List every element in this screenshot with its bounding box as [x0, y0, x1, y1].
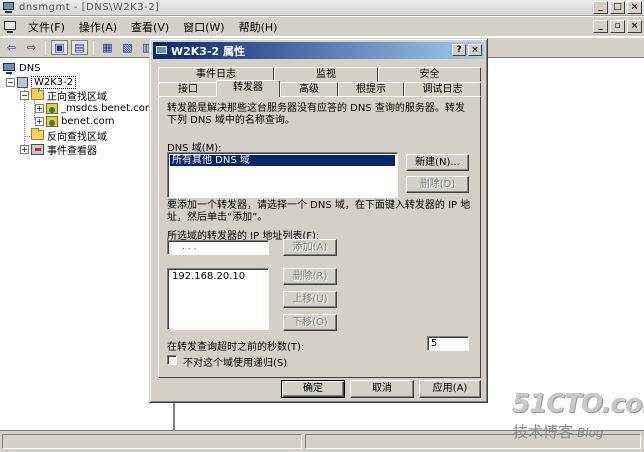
timeout-label: 在转发查询超时之前的秒数(T):: [167, 342, 305, 353]
close-button[interactable]: ×: [627, 1, 642, 14]
move-up-button[interactable]: 上移(U): [283, 291, 337, 308]
watermark-subtitle: 技术博客 Blog: [513, 421, 604, 442]
watermark-blog-text: Blog: [577, 426, 604, 440]
tree-node-forward-zones[interactable]: − 正向查找区域: [20, 88, 107, 103]
timeout-input[interactable]: 5: [427, 336, 469, 351]
expand-icon[interactable]: +: [35, 103, 44, 113]
expand-icon[interactable]: +: [20, 144, 29, 154]
ip-address-input[interactable]: . . .: [167, 240, 269, 255]
new-domain-button[interactable]: 新建(N)...: [406, 154, 469, 171]
zone-icon: [46, 102, 58, 114]
event-viewer-icon: [31, 143, 44, 155]
window-title: dnsmgmt - [DNS\W2K3-2]: [19, 2, 160, 13]
cancel-button[interactable]: 取消: [350, 380, 414, 398]
tree-node-zone-msdcs[interactable]: + _msdcs.benet.com: [35, 102, 155, 114]
tab-root-hints[interactable]: 根提示: [338, 82, 404, 97]
tab-forwarders[interactable]: 转发器: [216, 80, 280, 97]
forwarders-description: 转发器是解决那些这台服务器没有应答的 DNS 查询的服务器。转发下列 DNS 域…: [167, 103, 465, 126]
dialog-title: W2K3-2 属性: [171, 44, 246, 58]
up-folder-icon[interactable]: ▣: [51, 40, 68, 55]
status-cell: [2, 434, 302, 449]
help-button[interactable]: ?: [452, 44, 466, 56]
tab-debug-logging[interactable]: 调试日志: [404, 82, 481, 97]
properties-dialog: W2K3-2 属性 ? × 事件日志 监视 安全 接口 转发器 高级 根提示 调…: [149, 38, 488, 403]
dns-domain-list[interactable]: 所有其他 DNS 域: [167, 152, 398, 198]
maximize-button[interactable]: □: [610, 1, 625, 14]
dns-domain-item-selected[interactable]: 所有其他 DNS 域: [170, 155, 395, 166]
tree-node-label: benet.com: [61, 115, 115, 127]
menu-action[interactable]: 操作(A): [72, 19, 124, 35]
apply-button[interactable]: 应用(A): [419, 380, 481, 398]
folder-icon: [31, 88, 44, 100]
folder-icon: [31, 128, 44, 140]
no-recursion-label: 不对这个域使用递归(S): [183, 358, 288, 369]
back-arrow-icon[interactable]: ⇦: [3, 40, 20, 55]
dialog-close-button[interactable]: ×: [468, 44, 482, 56]
add-ip-button[interactable]: 添加(A): [283, 239, 337, 256]
tab-interfaces[interactable]: 接口: [158, 82, 218, 97]
tree-node-server[interactable]: − W2K3-2: [6, 75, 77, 89]
dialog-titlebar: W2K3-2 属性 ? ×: [153, 42, 484, 59]
dns-console-icon: [2, 1, 15, 14]
menu-window[interactable]: 窗口(W): [176, 19, 231, 35]
menu-file[interactable]: 文件(F): [21, 19, 72, 35]
remove-ip-button[interactable]: 删除(R): [283, 268, 337, 285]
tree-node-label: DNS: [19, 62, 41, 74]
tree-node-label: _msdcs.benet.com: [61, 102, 155, 114]
child-restore-button[interactable]: ▫: [610, 20, 625, 33]
collapse-icon[interactable]: −: [20, 90, 29, 100]
tree-node-label: 正向查找区域: [47, 91, 107, 103]
ip-list-item[interactable]: 192.168.20.10: [172, 271, 245, 282]
menubar: 文件(F) 操作(A) 查看(V) 窗口(W) 帮助(H) _ ▫ ×: [0, 17, 644, 36]
toolbar-separator: [45, 40, 46, 55]
refresh-icon[interactable]: ▧: [119, 40, 136, 55]
properties-icon[interactable]: ▦: [99, 40, 116, 55]
show-tree-icon[interactable]: ▤: [71, 40, 88, 55]
server-icon: [156, 45, 168, 56]
move-down-button[interactable]: 下移(O): [283, 314, 337, 331]
forwarders-panel: 转发器是解决那些这台服务器没有应答的 DNS 查询的服务器。转发下列 DNS 域…: [158, 96, 481, 378]
watermark-logo: 51CTO.com: [512, 389, 644, 419]
tab-advanced[interactable]: 高级: [280, 82, 338, 97]
tree-node-event-viewer[interactable]: + 事件查看器: [20, 143, 97, 157]
no-recursion-checkbox[interactable]: [167, 355, 177, 365]
child-close-button[interactable]: ×: [627, 20, 642, 33]
menu-view[interactable]: 查看(V): [124, 19, 176, 35]
server-icon: [17, 76, 28, 88]
tree-node-label: 反向查找区域: [47, 131, 107, 143]
ip-address-list[interactable]: 192.168.20.10: [167, 268, 269, 330]
tab-security[interactable]: 安全: [378, 67, 481, 82]
window-titlebar: dnsmgmt - [DNS\W2K3-2] _ □ ×: [0, 0, 644, 16]
minimize-button[interactable]: _: [593, 1, 608, 14]
zone-icon: [46, 115, 58, 127]
console-menu-icon[interactable]: [3, 20, 17, 34]
watermark-subtitle-text: 技术博客: [513, 423, 574, 441]
tree-node-label: 事件查看器: [47, 145, 97, 157]
tree-node-zone-benet[interactable]: + benet.com: [35, 115, 114, 127]
ok-button[interactable]: 确定: [281, 380, 345, 398]
toolbar-separator: [93, 40, 94, 55]
expand-icon[interactable]: +: [35, 116, 44, 126]
collapse-icon[interactable]: −: [6, 77, 15, 87]
tree-node-reverse-zones[interactable]: 反向查找区域: [31, 128, 107, 143]
delete-domain-button[interactable]: 删除(D): [406, 176, 469, 193]
tab-monitoring[interactable]: 监视: [274, 67, 378, 82]
child-minimize-button[interactable]: _: [593, 20, 608, 33]
dns-icon: [3, 62, 16, 74]
forward-arrow-icon[interactable]: ⇨: [23, 40, 40, 55]
menu-help[interactable]: 帮助(H): [232, 19, 285, 35]
forwarder-instruction: 要添加一个转发器，请选择一个 DNS 域，在下面键入转发器的 IP 地址，然后单…: [167, 200, 471, 223]
tree-node-dns[interactable]: DNS: [3, 62, 41, 74]
